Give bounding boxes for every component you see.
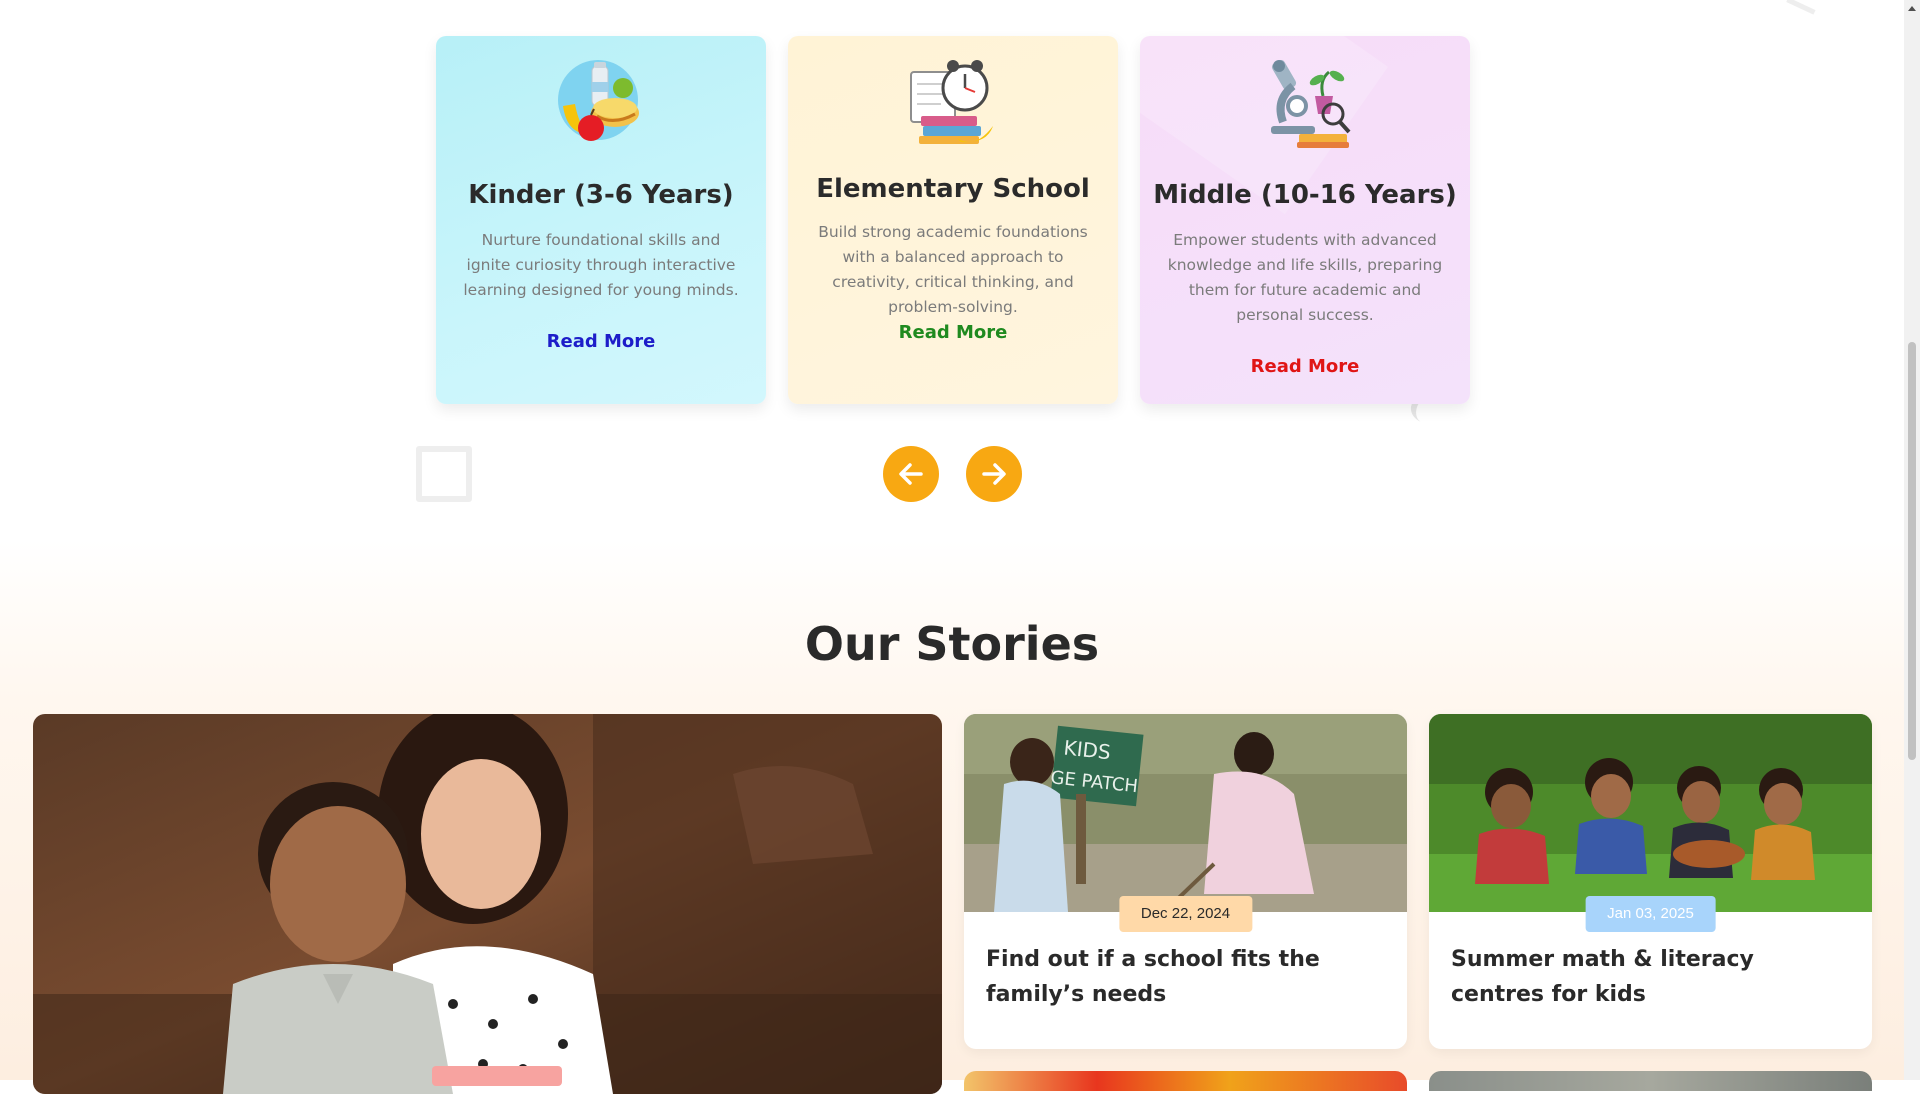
slider-prev-button[interactable] <box>883 446 939 502</box>
story-card[interactable]: Jan 03, 2025 Summer math & literacy cent… <box>1429 714 1872 1049</box>
story-card[interactable]: KIDS GE PATCH Dec 22, 2024 Find out if a… <box>964 714 1407 1049</box>
read-more-link[interactable]: Read More <box>436 331 766 352</box>
section-title-our-stories: Our Stories <box>804 617 1100 671</box>
svg-text:KIDS: KIDS <box>1063 735 1112 764</box>
lunch-food-icon <box>558 60 639 141</box>
boys-in-grass-photo <box>1429 714 1872 912</box>
story-image <box>1429 714 1872 912</box>
featured-story-image[interactable] <box>33 714 942 1094</box>
program-title: Middle (10-16 Years) <box>1153 180 1457 210</box>
decorative-square <box>416 446 472 502</box>
program-card-middle: Middle (10-16 Years) Empower students wi… <box>1140 36 1470 404</box>
program-description: Nurture foundational skills and ignite c… <box>463 231 739 299</box>
program-description: Build strong academic foundations with a… <box>818 223 1088 316</box>
story-card-preview[interactable] <box>964 1071 1407 1091</box>
program-card-kinder: Kinder (3-6 Years) Nurture foundational … <box>436 36 766 404</box>
arrow-left-icon <box>899 463 923 485</box>
date-badge: Dec 22, 2024 <box>1118 896 1253 932</box>
children-hugging-photo <box>33 714 942 1094</box>
arrow-right-icon <box>982 463 1006 485</box>
read-more-link[interactable]: Read More <box>1140 356 1470 377</box>
microscope-icon <box>1271 59 1351 148</box>
story-image: KIDS GE PATCH <box>964 714 1407 912</box>
read-more-link[interactable]: Read More <box>788 322 1118 343</box>
alarm-clock-books-icon <box>910 60 993 144</box>
kids-garden-patch-photo: KIDS GE PATCH <box>964 714 1407 912</box>
story-title[interactable]: Find out if a school fits the family’s n… <box>986 942 1385 1012</box>
story-title[interactable]: Summer math & literacy centres for kids <box>1451 942 1850 1012</box>
story-card-preview[interactable] <box>1429 1071 1872 1091</box>
date-badge: Jan 03, 2025 <box>1585 896 1716 932</box>
scroll-up-icon[interactable] <box>1908 6 1916 11</box>
page-scrollbar[interactable] <box>1904 0 1920 1080</box>
program-description: Empower students with advanced knowledge… <box>1167 231 1443 324</box>
program-card-elementary: Elementary School Build strong academic … <box>788 36 1118 404</box>
scrollbar-thumb[interactable] <box>1908 342 1916 760</box>
program-title: Kinder (3-6 Years) <box>468 180 734 210</box>
featured-story-date-badge <box>432 1066 562 1086</box>
slider-next-button[interactable] <box>966 446 1022 502</box>
program-title: Elementary School <box>816 174 1090 204</box>
